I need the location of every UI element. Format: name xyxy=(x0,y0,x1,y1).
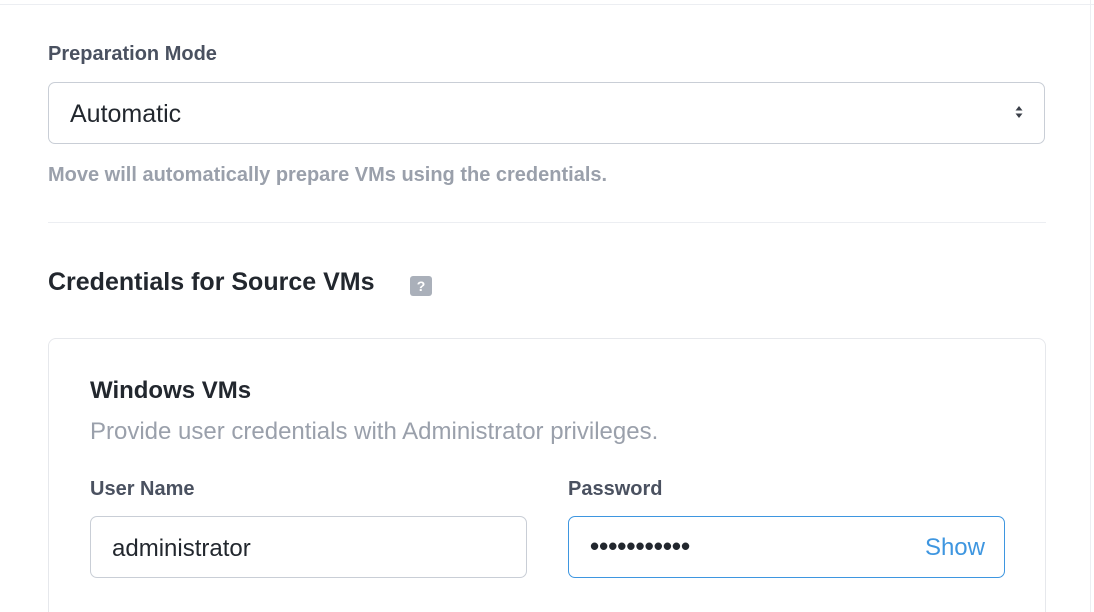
preparation-mode-select[interactable]: Automatic xyxy=(48,82,1045,144)
move-preparation-form: Preparation Mode Automatic Move will aut… xyxy=(0,0,1094,612)
username-label: User Name xyxy=(90,478,195,500)
show-password-button[interactable]: Show xyxy=(925,534,985,562)
password-field[interactable]: ••••••••••• Show xyxy=(568,516,1005,578)
question-mark-icon[interactable]: ? xyxy=(410,276,432,296)
password-label: Password xyxy=(568,478,663,500)
chevron-up-down-icon xyxy=(1015,106,1023,118)
windows-vms-title: Windows VMs xyxy=(90,377,252,404)
username-value: administrator xyxy=(112,535,251,562)
windows-vms-subtitle: Provide user credentials with Administra… xyxy=(90,418,659,445)
preparation-mode-value: Automatic xyxy=(70,100,182,128)
preparation-mode-label: Preparation Mode xyxy=(48,43,217,65)
panel-edge xyxy=(1090,0,1091,612)
username-field[interactable]: administrator xyxy=(90,516,527,578)
credentials-section-title: Credentials for Source VMs xyxy=(48,268,375,296)
top-divider xyxy=(0,4,1094,5)
section-divider xyxy=(48,222,1046,223)
preparation-mode-help-text: Move will automatically prepare VMs usin… xyxy=(48,164,608,186)
password-masked-value: ••••••••••• xyxy=(590,531,691,561)
